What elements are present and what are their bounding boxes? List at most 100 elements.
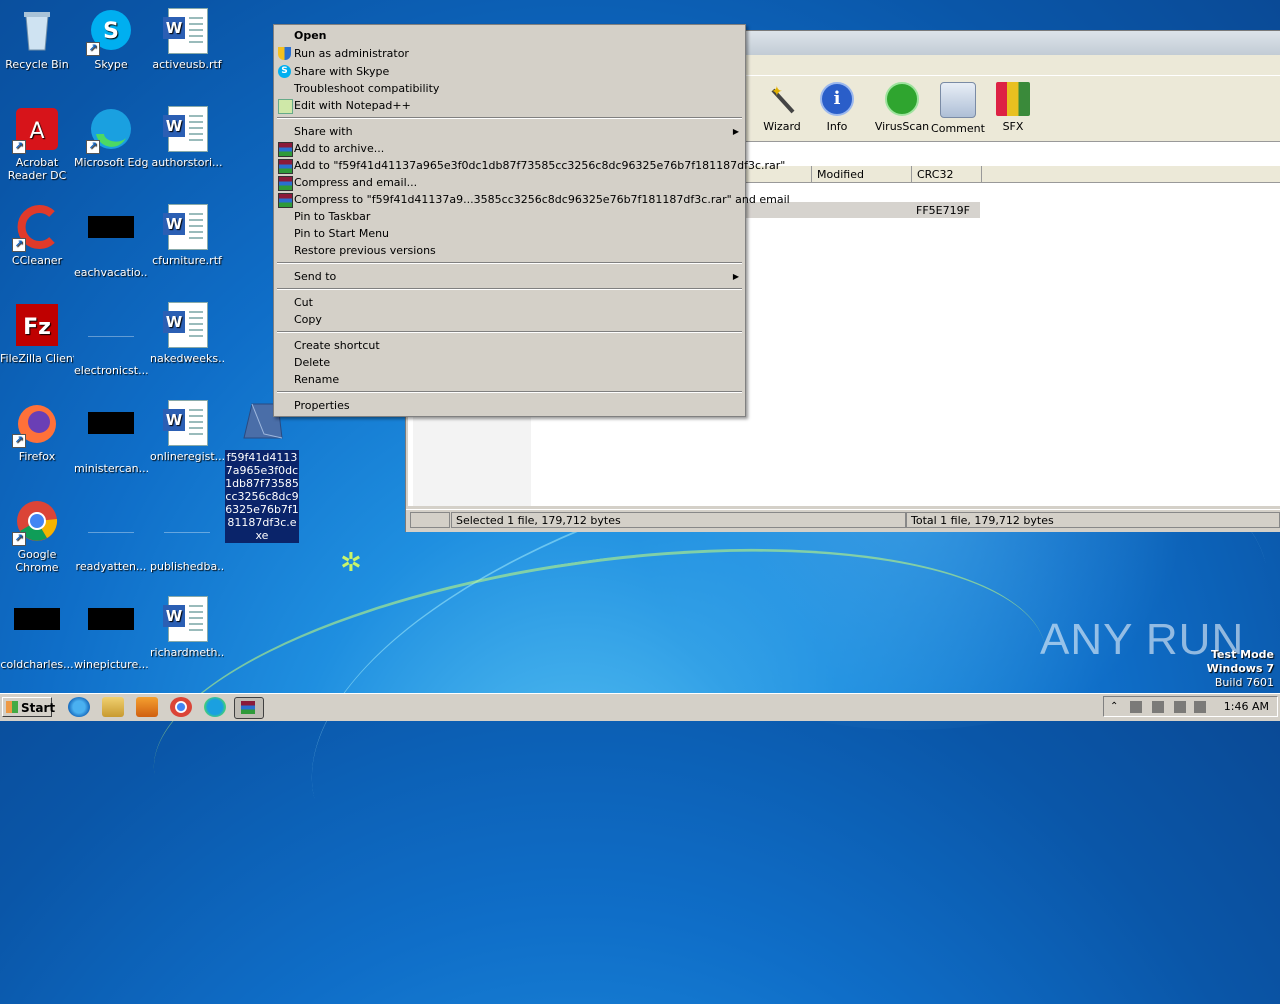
desktop-icon-richardmeth[interactable]: richardmeth... [150,596,224,659]
uac-shield-icon [278,47,291,60]
skype-icon: S ↗ [86,8,134,56]
desktop-icon-authorstori[interactable]: authorstori... [150,106,224,169]
menu-item-delete[interactable]: Delete [294,354,330,371]
black-file-icon [14,608,60,654]
notepad-plus-plus-icon [278,99,293,114]
context-menu[interactable]: Open Run as administrator S Share with S… [273,24,790,417]
menu-item-open[interactable]: Open [294,27,327,44]
menu-item-add-to-rar[interactable]: Add to "f59f41d41137a965e3f0dc1db87f7358… [278,157,785,174]
menu-separator [277,288,742,290]
chrome-taskbar-icon[interactable] [170,697,192,717]
column-header-filler [982,166,1280,183]
svg-text:S: S [103,19,119,44]
desktop-icon-acrobat[interactable]: A ↗ Acrobat Reader DC [0,106,74,182]
firefox-icon: ↗ [12,400,60,448]
desktop-icon-ministercan[interactable]: ministercan... [74,400,148,475]
virusscan-button[interactable]: VirusScan [872,82,932,133]
clock[interactable]: 1:46 AM [1224,700,1269,713]
desktop-icon-ccleaner[interactable]: ↗ CCleaner [0,204,74,267]
desktop-icon-skype[interactable]: S ↗ Skype [74,8,148,71]
menu-item-edit-notepad[interactable]: Edit with Notepad++ [278,97,411,114]
wizard-button[interactable]: ✦ Wizard [752,82,812,133]
display-icon[interactable] [1194,701,1206,713]
black-file-icon [88,216,134,262]
ccleaner-icon: ↗ [12,204,60,252]
menu-item-compress-to-rar-email[interactable]: Compress to "f59f41d41137a9...3585cc3256… [278,191,790,208]
flag-icon[interactable] [1174,701,1186,713]
menu-item-pin-start[interactable]: Pin to Start Menu [294,225,389,242]
ie-icon[interactable] [68,697,90,717]
winrar-icon [278,159,293,174]
svg-text:A: A [29,119,44,144]
winrar-taskbar-icon[interactable] [234,697,264,719]
blank-file-icon [164,510,210,556]
desktop-icon-readyatten[interactable]: readyatten... [74,498,148,573]
desktop-icon-recycle-bin[interactable]: Recycle Bin [0,8,74,71]
taskbar: Start ⌃ 1:46 AM [0,693,1280,721]
sfx-icon [996,82,1030,116]
black-file-icon [88,412,134,458]
desktop-icon-filezilla[interactable]: Fz FileZilla Client [0,302,74,365]
comment-button[interactable]: Comment [928,82,988,135]
word-doc-icon [163,400,210,446]
word-doc-icon [163,596,210,642]
menu-item-send-to[interactable]: Send to ▶ [294,268,745,285]
left-pane [413,416,531,506]
word-doc-icon [163,204,210,250]
speaker-icon[interactable] [1130,701,1142,713]
desktop-icon-nakedweeks[interactable]: nakedweeks... [150,302,224,365]
menu-item-restore-versions[interactable]: Restore previous versions [294,242,436,259]
media-player-icon[interactable] [136,697,158,717]
menu-item-share-skype[interactable]: S Share with Skype [278,63,389,80]
menu-item-add-archive[interactable]: Add to archive... [278,140,384,157]
submenu-arrow-icon: ▶ [732,272,739,281]
desktop-icon-coldcharles[interactable]: coldcharles... [0,596,74,671]
network-icon[interactable] [1152,701,1164,713]
winrar-icon [278,142,293,157]
submenu-arrow-icon: ▶ [732,127,739,136]
desktop-icon-winepicture[interactable]: winepicture... [74,596,148,671]
menu-item-properties[interactable]: Properties [294,397,350,414]
selected-file-label[interactable]: f59f41d41137a965e3f0dc1db87f73585cc3256c… [225,450,299,543]
winrar-statusbar: Selected 1 file, 179,712 bytes Total 1 f… [406,509,1280,532]
desktop-icon-cfurniture[interactable]: cfurniture.rtf [150,204,224,267]
column-header-crc32[interactable]: CRC32 [912,166,982,183]
recycle-bin-icon [14,8,60,54]
word-doc-icon [163,8,210,54]
acrobat-icon: A ↗ [12,106,60,154]
virusscan-icon [885,82,919,116]
desktop-icon-eachvacatio[interactable]: eachvacatio... [74,204,148,279]
status-icons[interactable] [410,512,450,528]
menu-separator [277,391,742,393]
menu-item-rename[interactable]: Rename [294,371,339,388]
desktop-icon-electronicst[interactable]: electronicst... [74,302,148,377]
menu-separator [277,262,742,264]
status-total: Total 1 file, 179,712 bytes [906,512,1280,528]
edge-taskbar-icon[interactable] [204,697,226,717]
menu-item-share-with[interactable]: Share with ▶ [294,123,745,140]
sfx-button[interactable]: SFX [983,82,1043,133]
desktop-icon-chrome[interactable]: ↗ Google Chrome [0,498,74,574]
menu-item-cut[interactable]: Cut [294,294,313,311]
winrar-icon [278,193,293,208]
menu-item-compress-email[interactable]: Compress and email... [278,174,417,191]
menu-item-copy[interactable]: Copy [294,311,322,328]
comment-icon [940,82,976,118]
desktop-icon-activeusb[interactable]: activeusb.rtf [150,8,224,71]
desktop-icon-edge[interactable]: ↗ Microsoft Edge [74,106,148,169]
start-button[interactable]: Start [2,697,55,717]
menu-item-troubleshoot[interactable]: Troubleshoot compatibility [294,80,439,97]
menu-item-pin-taskbar[interactable]: Pin to Taskbar [294,208,370,225]
menu-item-run-as-admin[interactable]: Run as administrator [278,45,409,62]
desktop-icon-onlineregist[interactable]: onlineregist... [150,400,224,463]
desktop-icon-publishedba[interactable]: publishedba... [150,498,224,573]
info-button[interactable]: i Info [807,82,867,133]
column-header-modified[interactable]: Modified [812,166,912,183]
menu-item-create-shortcut[interactable]: Create shortcut [294,337,380,354]
desktop-icon-firefox[interactable]: ↗ Firefox [0,400,74,463]
chevron-up-icon[interactable]: ⌃ [1110,701,1118,713]
edge-icon: ↗ [86,106,134,154]
word-doc-icon [163,106,210,152]
menu-separator [277,331,742,333]
explorer-icon[interactable] [102,697,124,717]
